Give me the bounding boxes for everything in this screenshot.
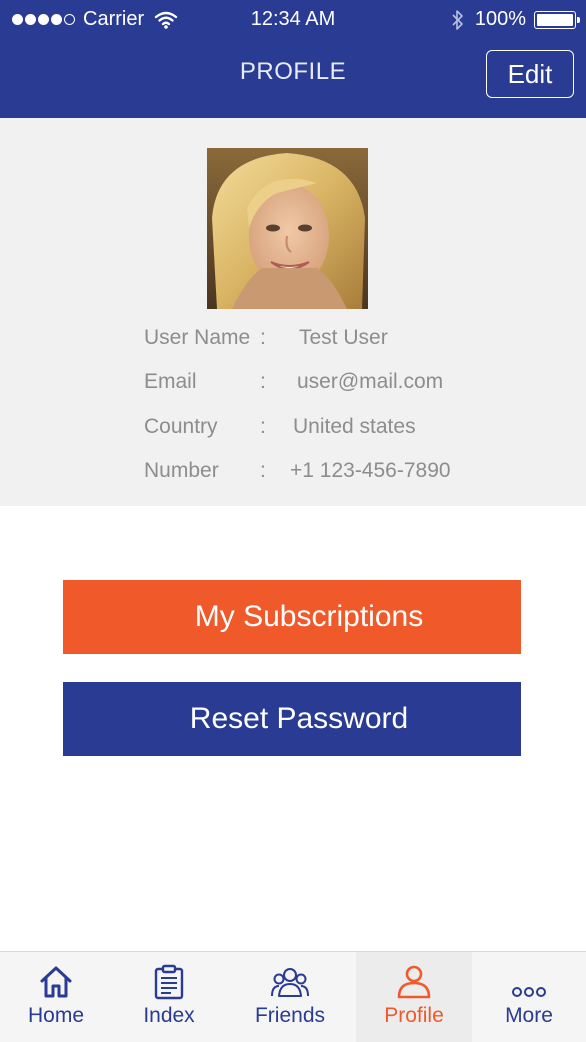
tab-index[interactable]: Index — [112, 952, 226, 1042]
user-icon — [397, 965, 431, 999]
info-separator: : — [260, 326, 266, 349]
tab-label: Profile — [384, 1004, 444, 1027]
email-value: user@mail.com — [297, 370, 444, 393]
info-separator: : — [260, 370, 266, 393]
edit-button[interactable]: Edit — [486, 50, 574, 98]
tab-label: More — [505, 1004, 553, 1027]
tab-label: Home — [27, 1004, 85, 1027]
status-bar: Carrier 12:34 AM 100% — [0, 0, 586, 40]
info-label: Country — [144, 415, 218, 438]
tab-bar: Home Index Friends Profile More — [0, 951, 586, 1042]
number-value: +1 123-456-7890 — [290, 459, 451, 482]
country-value: United states — [293, 415, 416, 438]
battery-icon — [534, 10, 580, 29]
info-label: Number — [144, 459, 219, 482]
app-header: Carrier 12:34 AM 100% PROFILE Edit — [0, 0, 586, 118]
avatar — [207, 148, 368, 309]
info-separator: : — [260, 415, 266, 438]
tab-label: Index — [143, 1004, 195, 1027]
username-value: Test User — [299, 326, 388, 349]
profile-panel: User Name : Test User Email : user@mail.… — [0, 118, 586, 506]
info-separator: : — [260, 459, 266, 482]
tab-more[interactable]: More — [472, 952, 586, 1042]
reset-password-button[interactable]: Reset Password — [63, 682, 521, 756]
more-icon — [512, 987, 546, 997]
tab-profile[interactable]: Profile — [356, 952, 472, 1042]
home-icon — [40, 966, 72, 998]
bluetooth-icon — [452, 9, 463, 30]
my-subscriptions-button[interactable]: My Subscriptions — [63, 580, 521, 654]
info-label: Email — [144, 370, 197, 393]
tab-friends[interactable]: Friends — [226, 952, 354, 1042]
tab-label: Friends — [254, 1004, 326, 1027]
tab-home[interactable]: Home — [0, 952, 112, 1042]
battery-percentage: 100% — [474, 8, 526, 30]
friends-icon — [271, 968, 309, 997]
info-label: User Name — [144, 326, 251, 349]
clipboard-icon — [154, 964, 184, 1000]
